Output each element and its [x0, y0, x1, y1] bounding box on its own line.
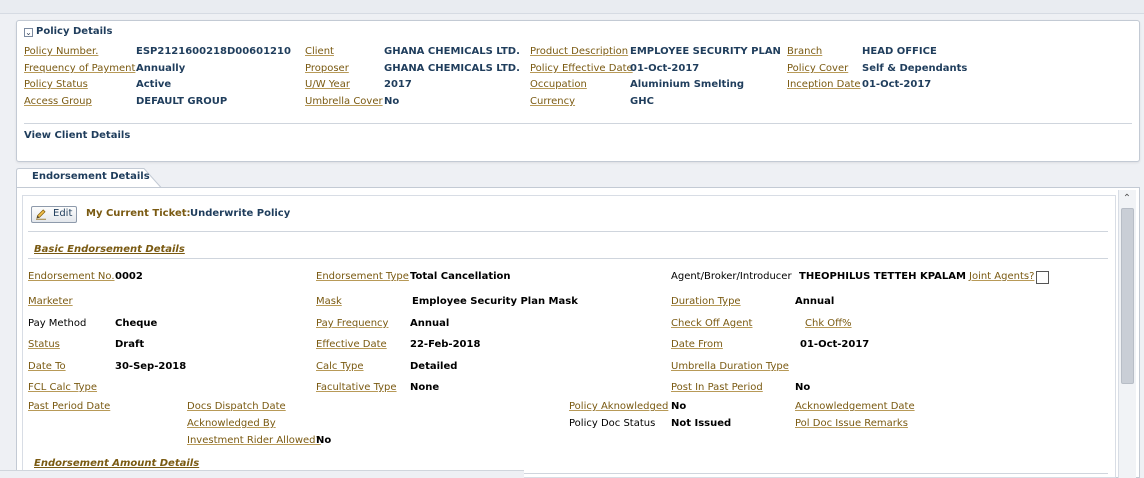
section-divider [28, 258, 1108, 259]
endorsement-type-label[interactable]: Endorsement Type [316, 271, 409, 282]
currency-label[interactable]: Currency [530, 96, 575, 107]
post-in-past-period-value: No [795, 382, 811, 393]
inception-date-label[interactable]: Inception Date [787, 79, 861, 90]
occupation-label[interactable]: Occupation [530, 79, 587, 90]
agent-broker-introducer-value: THEOPHILUS TETTEH KPALAM [799, 271, 966, 282]
endorsement-type-value: Total Cancellation [410, 271, 511, 282]
product-description-label[interactable]: Product Description [530, 46, 628, 57]
facultative-type-label[interactable]: Facultative Type [316, 382, 397, 393]
joint-agents-checkbox[interactable] [1036, 271, 1049, 284]
current-ticket-value: Underwrite Policy [190, 208, 291, 219]
inception-date-value: 01-Oct-2017 [862, 79, 932, 90]
policy-panel-divider [24, 123, 1132, 124]
client-value: GHANA CHEMICALS LTD. [384, 46, 520, 57]
policy-status-label[interactable]: Policy Status [24, 79, 88, 90]
investment-rider-allowed-value: No [316, 435, 332, 446]
bottom-strip [0, 470, 524, 478]
branch-label[interactable]: Branch [787, 46, 822, 57]
agent-broker-introducer-label: Agent/Broker/Introducer [671, 271, 792, 282]
investment-rider-allowed-label[interactable]: Investment Rider Allowed? [187, 435, 321, 446]
duration-type-value: Annual [795, 296, 835, 307]
collapse-toggle-icon[interactable]: ⌄ [24, 28, 33, 37]
pay-frequency-value: Annual [410, 318, 450, 329]
umbrella-cover-label[interactable]: Umbrella Cover [305, 96, 383, 107]
acknowledged-by-label[interactable]: Acknowledged By [187, 418, 276, 429]
mask-value: Employee Security Plan Mask [412, 296, 578, 307]
status-value: Draft [115, 339, 145, 350]
proposer-value: GHANA CHEMICALS LTD. [384, 63, 520, 74]
pol-doc-issue-remarks-label[interactable]: Pol Doc Issue Remarks [795, 418, 908, 429]
occupation-value: Aluminium Smelting [630, 79, 745, 90]
date-from-value: 01-Oct-2017 [800, 339, 870, 350]
policy-effective-date-label[interactable]: Policy Effective Date [530, 63, 633, 74]
uw-year-value: 2017 [384, 79, 412, 90]
past-period-date-label[interactable]: Past Period Date [28, 401, 110, 412]
policy-number-label[interactable]: Policy Number. [24, 46, 98, 57]
pay-method-value: Cheque [115, 318, 158, 329]
acknowledgement-date-label[interactable]: Acknowledgement Date [795, 401, 915, 412]
check-off-agent-label[interactable]: Check Off Agent [671, 318, 752, 329]
joint-agents-label[interactable]: Joint Agents? [969, 271, 1034, 282]
endorsement-amount-section-title[interactable]: Endorsement Amount Details [34, 458, 199, 469]
top-strip [0, 0, 1144, 14]
marketer-label[interactable]: Marketer [28, 296, 73, 307]
endorsement-no-label[interactable]: Endorsement No. [28, 271, 115, 282]
product-description-value: EMPLOYEE SECURITY PLAN [630, 46, 781, 57]
policy-cover-label[interactable]: Policy Cover [787, 63, 848, 74]
effective-date-label[interactable]: Effective Date [316, 339, 387, 350]
policy-cover-value: Self & Dependants [862, 63, 968, 74]
status-label[interactable]: Status [28, 339, 60, 350]
policy-effective-date-value: 01-Oct-2017 [630, 63, 700, 74]
pay-frequency-label[interactable]: Pay Frequency [316, 318, 388, 329]
facultative-type-value: None [410, 382, 440, 393]
umbrella-duration-type-label[interactable]: Umbrella Duration Type [671, 361, 789, 372]
currency-value: GHC [630, 96, 654, 107]
toolbar-divider [28, 231, 1108, 232]
current-ticket-label: My Current Ticket: [86, 208, 191, 219]
policy-acknowledged-value: No [671, 401, 687, 412]
policy-details-panel [16, 20, 1140, 162]
umbrella-cover-value: No [384, 96, 400, 107]
mask-label[interactable]: Mask [316, 296, 342, 307]
duration-type-label[interactable]: Duration Type [671, 296, 741, 307]
scroll-up-icon[interactable]: ⌃ [1120, 192, 1134, 206]
policy-doc-status-label: Policy Doc Status [569, 418, 656, 429]
basic-endorsement-section-title[interactable]: Basic Endorsement Details [34, 244, 185, 255]
proposer-label[interactable]: Proposer [305, 63, 349, 74]
post-in-past-period-label[interactable]: Post In Past Period [671, 382, 763, 393]
endorsement-no-value: 0002 [115, 271, 143, 282]
chk-off-label[interactable]: Chk Off% [805, 318, 852, 329]
frequency-of-payment-value: Annually [136, 63, 186, 74]
frequency-of-payment-label[interactable]: Frequency of Payment [24, 63, 135, 74]
policy-details-title: Policy Details [36, 26, 113, 37]
branch-value: HEAD OFFICE [862, 46, 937, 57]
uw-year-label[interactable]: U/W Year [305, 79, 350, 90]
policy-doc-status-value: Not Issued [671, 418, 732, 429]
docs-dispatch-date-label[interactable]: Docs Dispatch Date [187, 401, 286, 412]
view-client-details-link[interactable]: View Client Details [24, 130, 130, 141]
date-to-label[interactable]: Date To [28, 361, 66, 372]
policy-number-value: ESP2121600218D00601210 [136, 46, 291, 57]
calc-type-label[interactable]: Calc Type [316, 361, 364, 372]
tab-label: Endorsement Details [32, 171, 150, 182]
date-to-value: 30-Sep-2018 [115, 361, 187, 372]
effective-date-value: 22-Feb-2018 [410, 339, 481, 350]
pay-method-label: Pay Method [28, 318, 87, 329]
client-label[interactable]: Client [305, 46, 334, 57]
fcl-calc-type-label[interactable]: FCL Calc Type [28, 382, 97, 393]
edit-button-label: Edit [53, 208, 73, 219]
pencil-icon [36, 209, 46, 220]
scrollbar-thumb[interactable] [1121, 208, 1134, 384]
access-group-label[interactable]: Access Group [24, 96, 92, 107]
date-from-label[interactable]: Date From [671, 339, 723, 350]
policy-status-value: Active [136, 79, 172, 90]
access-group-value: DEFAULT GROUP [136, 96, 228, 107]
calc-type-value: Detailed [410, 361, 458, 372]
policy-acknowledged-label[interactable]: Policy Aknowledged [569, 401, 668, 412]
